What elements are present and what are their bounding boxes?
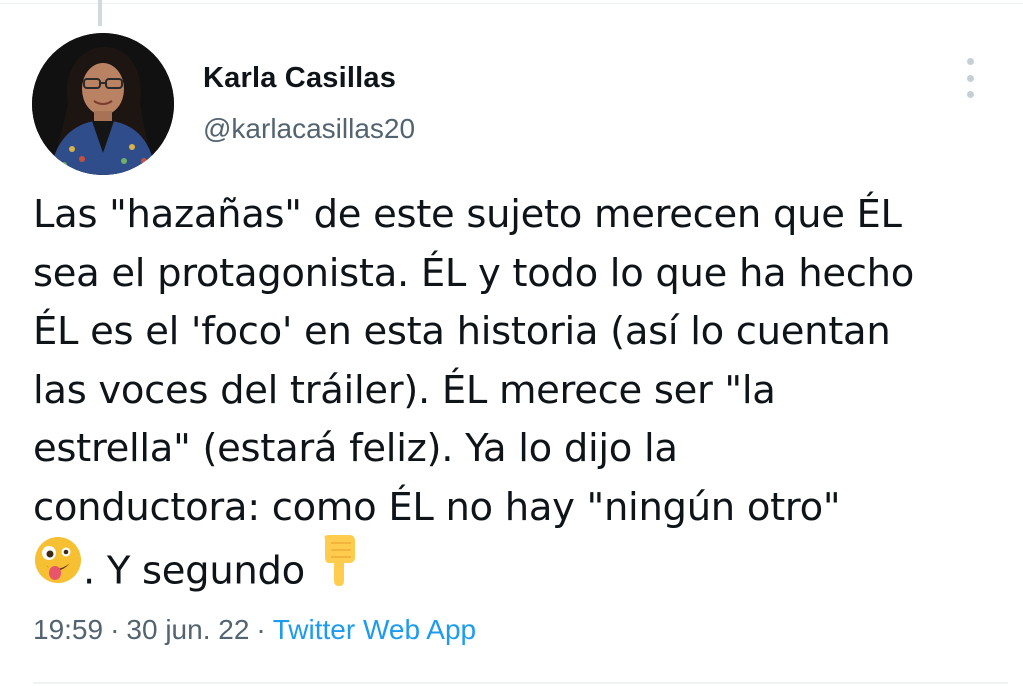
tweet-text-line: sea el protagonista. ÉL y todo lo que ha… (33, 250, 914, 296)
more-dot (966, 74, 974, 82)
bottom-divider (33, 682, 1008, 684)
more-options-icon[interactable] (954, 58, 986, 98)
tweet-text-line: conductora: como ÉL no hay "ningún otro" (33, 484, 841, 530)
avatar-image (32, 33, 174, 175)
pointing-down-emoji (317, 533, 361, 605)
tweet-text: Las "hazañas" de este sujeto merecen que… (33, 186, 1008, 609)
more-dot (966, 91, 974, 98)
meta-separator: · (256, 614, 266, 645)
tweet-text-last-line: . Y segundo (33, 535, 1008, 609)
author-name[interactable]: Karla Casillas (203, 62, 396, 95)
tweet-source-link[interactable]: Twitter Web App (273, 614, 476, 645)
avatar[interactable] (32, 33, 174, 175)
more-dot (966, 58, 974, 65)
tweet-text-line: estrella" (estará feliz). Ya lo dijo la (33, 426, 678, 471)
tweet-text-line: ÉL es el 'foco' en esta historia (así lo… (33, 309, 891, 354)
tweet-text-line: . Y segundo (83, 548, 305, 594)
thread-connector-line (98, 0, 102, 26)
author-handle[interactable]: @karlacasillas20 (203, 113, 415, 145)
zany-face-emoji (33, 535, 83, 603)
tweet-time[interactable]: 19:59 (33, 614, 103, 645)
top-divider (0, 3, 1023, 4)
tweet-meta: 19:59 · 30 jun. 22 · Twitter Web App (33, 614, 476, 646)
meta-separator: · (110, 614, 120, 645)
tweet-text-line: Las "hazañas" de este sujeto merecen que… (33, 192, 902, 237)
tweet-date[interactable]: 30 jun. 22 (126, 614, 249, 645)
tweet-text-line: las voces del tráiler). ÉL merece ser "l… (33, 367, 776, 413)
